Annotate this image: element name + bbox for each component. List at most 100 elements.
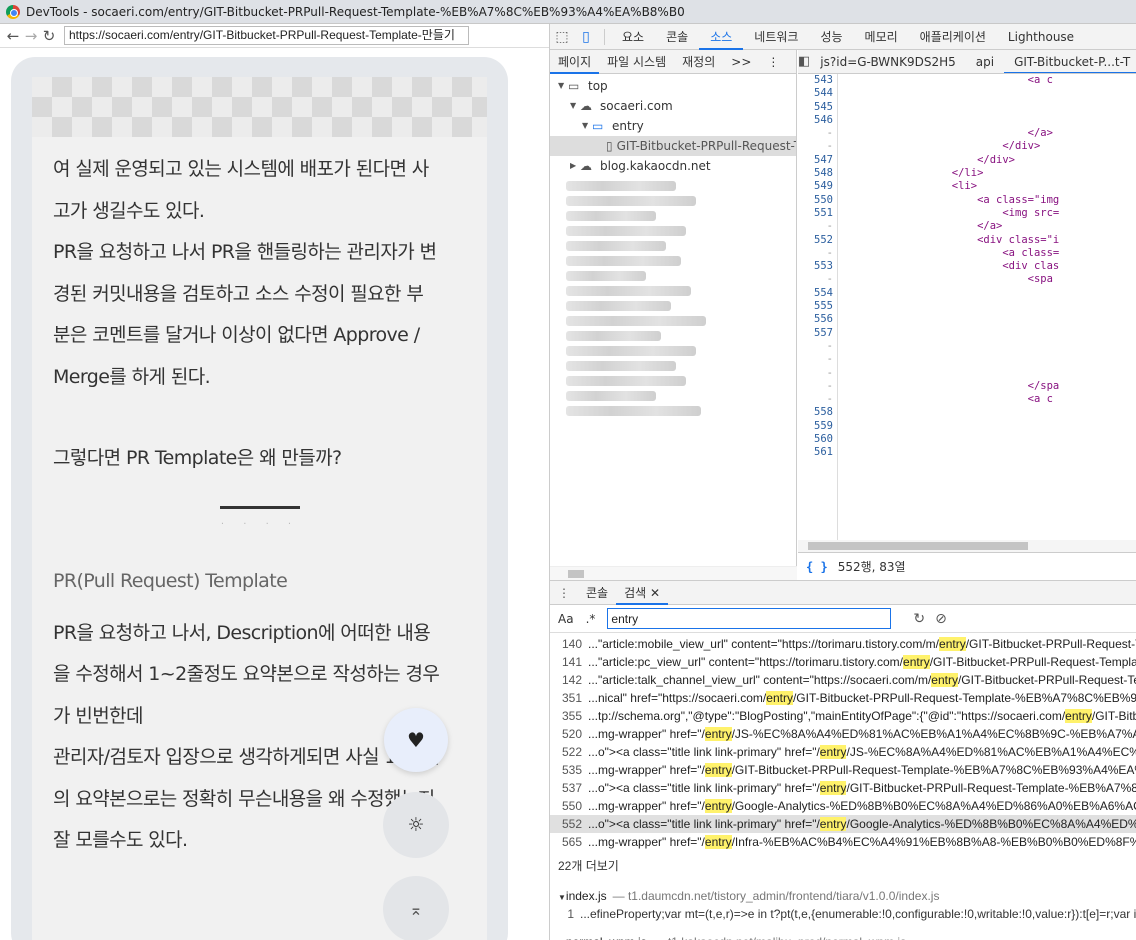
search-result-row[interactable]: 140 ..."article:mobile_view_url" content=… <box>550 635 1136 653</box>
line-number[interactable]: 544 <box>798 87 837 100</box>
editor-tab[interactable]: js?id=G-BWNK9DS2H5 <box>810 50 965 73</box>
reload-icon[interactable]: ↻ <box>40 26 58 46</box>
tab-network[interactable]: 네트워크 <box>743 24 809 50</box>
code-line: <div class="i <box>838 233 1060 246</box>
forward-arrow-icon[interactable]: → <box>22 26 40 46</box>
clear-icon[interactable]: ⊘ <box>935 611 947 627</box>
tab-memory[interactable]: 메모리 <box>854 24 909 50</box>
navigator-scrollbar[interactable] <box>550 566 797 580</box>
editor-scrollbar[interactable] <box>798 540 1136 552</box>
line-number[interactable]: - <box>798 380 837 393</box>
line-number[interactable]: - <box>798 220 837 233</box>
tab-lighthouse[interactable]: Lighthouse <box>997 24 1085 50</box>
line-number[interactable]: 561 <box>798 446 837 459</box>
search-result-row[interactable]: 520 ...mg-wrapper" href="/entry/JS-%EC%8A… <box>550 725 1136 743</box>
editor-tab[interactable]: api <box>966 50 1004 73</box>
line-number[interactable]: - <box>798 393 837 406</box>
line-number[interactable]: - <box>798 340 837 353</box>
inspect-element-icon[interactable]: ⬚ <box>550 29 574 45</box>
line-number[interactable]: 552 <box>798 234 837 247</box>
search-input[interactable] <box>607 608 892 629</box>
back-arrow-icon[interactable]: ← <box>4 26 22 46</box>
url-field[interactable]: https://socaeri.com/entry/GIT-Bitbucket-… <box>64 26 469 45</box>
line-number[interactable]: 547 <box>798 154 837 167</box>
line-number[interactable]: 559 <box>798 420 837 433</box>
line-number[interactable]: - <box>798 140 837 153</box>
line-number[interactable]: 550 <box>798 194 837 207</box>
match-case-toggle[interactable]: Aa <box>558 612 574 626</box>
scroll-top-button[interactable]: ⌅ <box>383 876 449 940</box>
file-result-header[interactable]: ▼index.js — t1.daumcdn.net/tistory_admin/… <box>550 887 1136 905</box>
search-result-row[interactable]: 142 ..."article:talk_channel_view_url" co… <box>550 671 1136 689</box>
code-area[interactable]: 543 544 545 546- -547 548 549 550 551-552-553-55… <box>798 74 1136 540</box>
line-number[interactable]: 557 <box>798 327 837 340</box>
pretty-print-icon[interactable]: { } <box>806 560 828 574</box>
tab-overrides[interactable]: 재정의 <box>674 50 723 74</box>
regex-toggle[interactable]: .* <box>586 612 596 626</box>
line-number[interactable]: - <box>798 127 837 140</box>
search-result-row[interactable]: 141 ..."article:pc_view_url" content="htt… <box>550 653 1136 671</box>
line-number[interactable]: 543 <box>798 74 837 87</box>
tab-application[interactable]: 애플리케이션 <box>909 24 997 50</box>
line-number[interactable]: 560 <box>798 433 837 446</box>
line-number[interactable]: 554 <box>798 287 837 300</box>
line-number[interactable]: 553 <box>798 260 837 273</box>
search-result-row[interactable]: 537 ...o"><a class="title link link-prima… <box>550 779 1136 797</box>
line-number[interactable]: 546 <box>798 114 837 127</box>
theme-toggle-button[interactable]: ☼ <box>383 792 449 858</box>
line-number[interactable]: 558 <box>798 406 837 419</box>
editor-tab-active[interactable]: GIT-Bitbucket-P...t-T <box>1004 50 1136 73</box>
like-button[interactable]: ♥ <box>384 708 448 772</box>
tab-drawer-search[interactable]: 검색 ✕ <box>616 581 669 605</box>
line-number[interactable]: - <box>798 273 837 286</box>
line-number[interactable]: 545 <box>798 101 837 114</box>
search-toolbar: Aa .* ↻ ⊘ <box>550 605 1136 633</box>
blurred-item <box>566 181 676 191</box>
file-result-line[interactable]: 1 ...efineProperty;var mt=(t,e,r)=>e in t… <box>550 905 1136 923</box>
tree-node-cdn[interactable]: ▶ ☁ blog.kakaocdn.net <box>550 156 796 176</box>
heart-icon: ♥ <box>407 728 425 752</box>
search-result-row[interactable]: 552 ...o"><a class="title link link-prima… <box>550 815 1136 833</box>
line-number[interactable]: - <box>798 367 837 380</box>
close-icon[interactable]: ✕ <box>650 586 660 600</box>
kebab-menu-icon[interactable]: ⋮ <box>759 50 787 74</box>
more-tabs-button[interactable]: >> <box>723 50 759 74</box>
line-number[interactable]: - <box>798 247 837 260</box>
search-result-row[interactable]: 565 ...mg-wrapper" href="/entry/Infra-%EB… <box>550 833 1136 851</box>
device-toolbar-icon[interactable]: ▯ <box>574 29 598 45</box>
tree-node-domain[interactable]: ▼ ☁ socaeri.com <box>550 96 796 116</box>
tab-elements[interactable]: 요소 <box>611 24 655 50</box>
search-result-row[interactable]: 351 ...nical" href="https://socaeri.com/e… <box>550 689 1136 707</box>
tree-node-file[interactable]: ▯ GIT-Bitbucket-PRPull-Request-Te <box>550 136 796 156</box>
tree-node-top[interactable]: ▼ ▭ top <box>550 76 796 96</box>
toggle-navigator-icon[interactable]: ◧ <box>798 54 810 69</box>
result-line-number: 141 <box>561 655 582 669</box>
tab-sources[interactable]: 소스 <box>699 24 744 50</box>
blurred-item <box>566 406 701 416</box>
line-number[interactable]: 556 <box>798 313 837 326</box>
search-result-row[interactable]: 522 ...o"><a class="title link link-prima… <box>550 743 1136 761</box>
code-line: <a c <box>838 74 1053 86</box>
show-more-link[interactable]: 22개 더보기 <box>550 855 1136 877</box>
drawer-menu-icon[interactable]: ⋮ <box>550 586 578 600</box>
line-number[interactable]: 555 <box>798 300 837 313</box>
tab-drawer-console[interactable]: 콘솔 <box>578 581 616 605</box>
search-result-row[interactable]: 355 ...tp://schema.org","@type":"BlogPost… <box>550 707 1136 725</box>
file-result-header[interactable]: ▼normal_wpm.js— t1.kakaocdn.net/malibu_p… <box>550 933 1136 940</box>
tab-performance[interactable]: 성능 <box>809 24 853 50</box>
devtools-panel: ⬚ ▯ 요소 콘솔 소스 네트워크 성능 메모리 애플리케이션 Lighthou… <box>549 24 1136 940</box>
line-number[interactable]: 548 <box>798 167 837 180</box>
search-result-row[interactable]: 550 ...mg-wrapper" href="/entry/Google-An… <box>550 797 1136 815</box>
tab-console[interactable]: 콘솔 <box>655 24 699 50</box>
line-number[interactable]: 551 <box>798 207 837 220</box>
tree-node-folder[interactable]: ▼ ▭ entry <box>550 116 796 136</box>
code-text[interactable]: <a c </a> </div> </div> </li> <li> <a cl… <box>838 74 1136 540</box>
search-result-row[interactable]: 535 ...mg-wrapper" href="/entry/GIT-Bitbu… <box>550 761 1136 779</box>
line-number[interactable]: - <box>798 353 837 366</box>
refresh-icon[interactable]: ↻ <box>913 611 925 627</box>
line-number[interactable]: 549 <box>798 180 837 193</box>
section-divider <box>220 505 300 509</box>
tab-page[interactable]: 페이지 <box>550 50 600 74</box>
tab-filesystem[interactable]: 파일 시스템 <box>599 50 674 74</box>
